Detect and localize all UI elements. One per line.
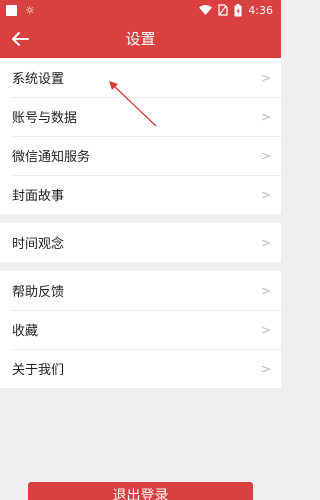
status-time: 4:36 (248, 3, 273, 17)
chevron-right-icon: > (260, 322, 271, 337)
chevron-right-icon: > (260, 109, 271, 124)
section-divider (0, 262, 281, 271)
menu-item-label: 收藏 (12, 324, 39, 339)
menu-item-help-feedback[interactable]: 帮助反馈 > (0, 271, 281, 310)
menu-item-label: 账号与数据 (12, 111, 78, 126)
battery-icon (234, 3, 242, 16)
app-bar: 设置 (0, 20, 281, 58)
menu-item-favorites[interactable]: 收藏 > (0, 310, 281, 349)
menu-item-about-us[interactable]: 关于我们 > (0, 349, 281, 388)
chevron-right-icon: > (260, 235, 271, 250)
menu-item-label: 系统设置 (12, 72, 65, 87)
chevron-right-icon: > (260, 361, 271, 376)
menu-item-label: 帮助反馈 (12, 285, 65, 300)
status-bar: ☼ 4:36 (0, 0, 281, 20)
menu-item-wechat-notify[interactable]: 微信通知服务 > (0, 136, 281, 175)
section-divider (0, 214, 281, 223)
chevron-right-icon: > (260, 187, 271, 202)
no-sim-icon (218, 4, 228, 16)
menu-item-label: 封面故事 (12, 189, 65, 204)
menu-item-label: 时间观念 (12, 237, 65, 252)
menu-item-time-concept[interactable]: 时间观念 > (0, 223, 281, 262)
status-bar-right: 4:36 (199, 3, 273, 17)
wifi-icon (199, 5, 213, 15)
menu-item-cover-story[interactable]: 封面故事 > (0, 175, 281, 214)
status-bar-left: ☼ (6, 3, 35, 17)
chevron-right-icon: > (260, 148, 271, 163)
menu-group-1: 系统设置 > 账号与数据 > 微信通知服务 > 封面故事 > (0, 58, 281, 214)
menu-item-label: 关于我们 (12, 363, 65, 378)
chevron-right-icon: > (260, 283, 271, 298)
logout-button[interactable]: 退出登录 (28, 482, 253, 500)
settings-menu: 系统设置 > 账号与数据 > 微信通知服务 > 封面故事 > 时间观念 > 帮助… (0, 58, 281, 388)
menu-item-account-data[interactable]: 账号与数据 > (0, 97, 281, 136)
chevron-right-icon: > (260, 70, 271, 85)
menu-group-3: 帮助反馈 > 收藏 > 关于我们 > (0, 271, 281, 388)
notification-square-icon (6, 4, 17, 16)
menu-item-system-settings[interactable]: 系统设置 > (0, 58, 281, 97)
menu-item-label: 微信通知服务 (12, 150, 91, 165)
menu-group-2: 时间观念 > (0, 223, 281, 262)
brightness-icon: ☼ (25, 3, 35, 17)
page-title: 设置 (125, 30, 156, 48)
